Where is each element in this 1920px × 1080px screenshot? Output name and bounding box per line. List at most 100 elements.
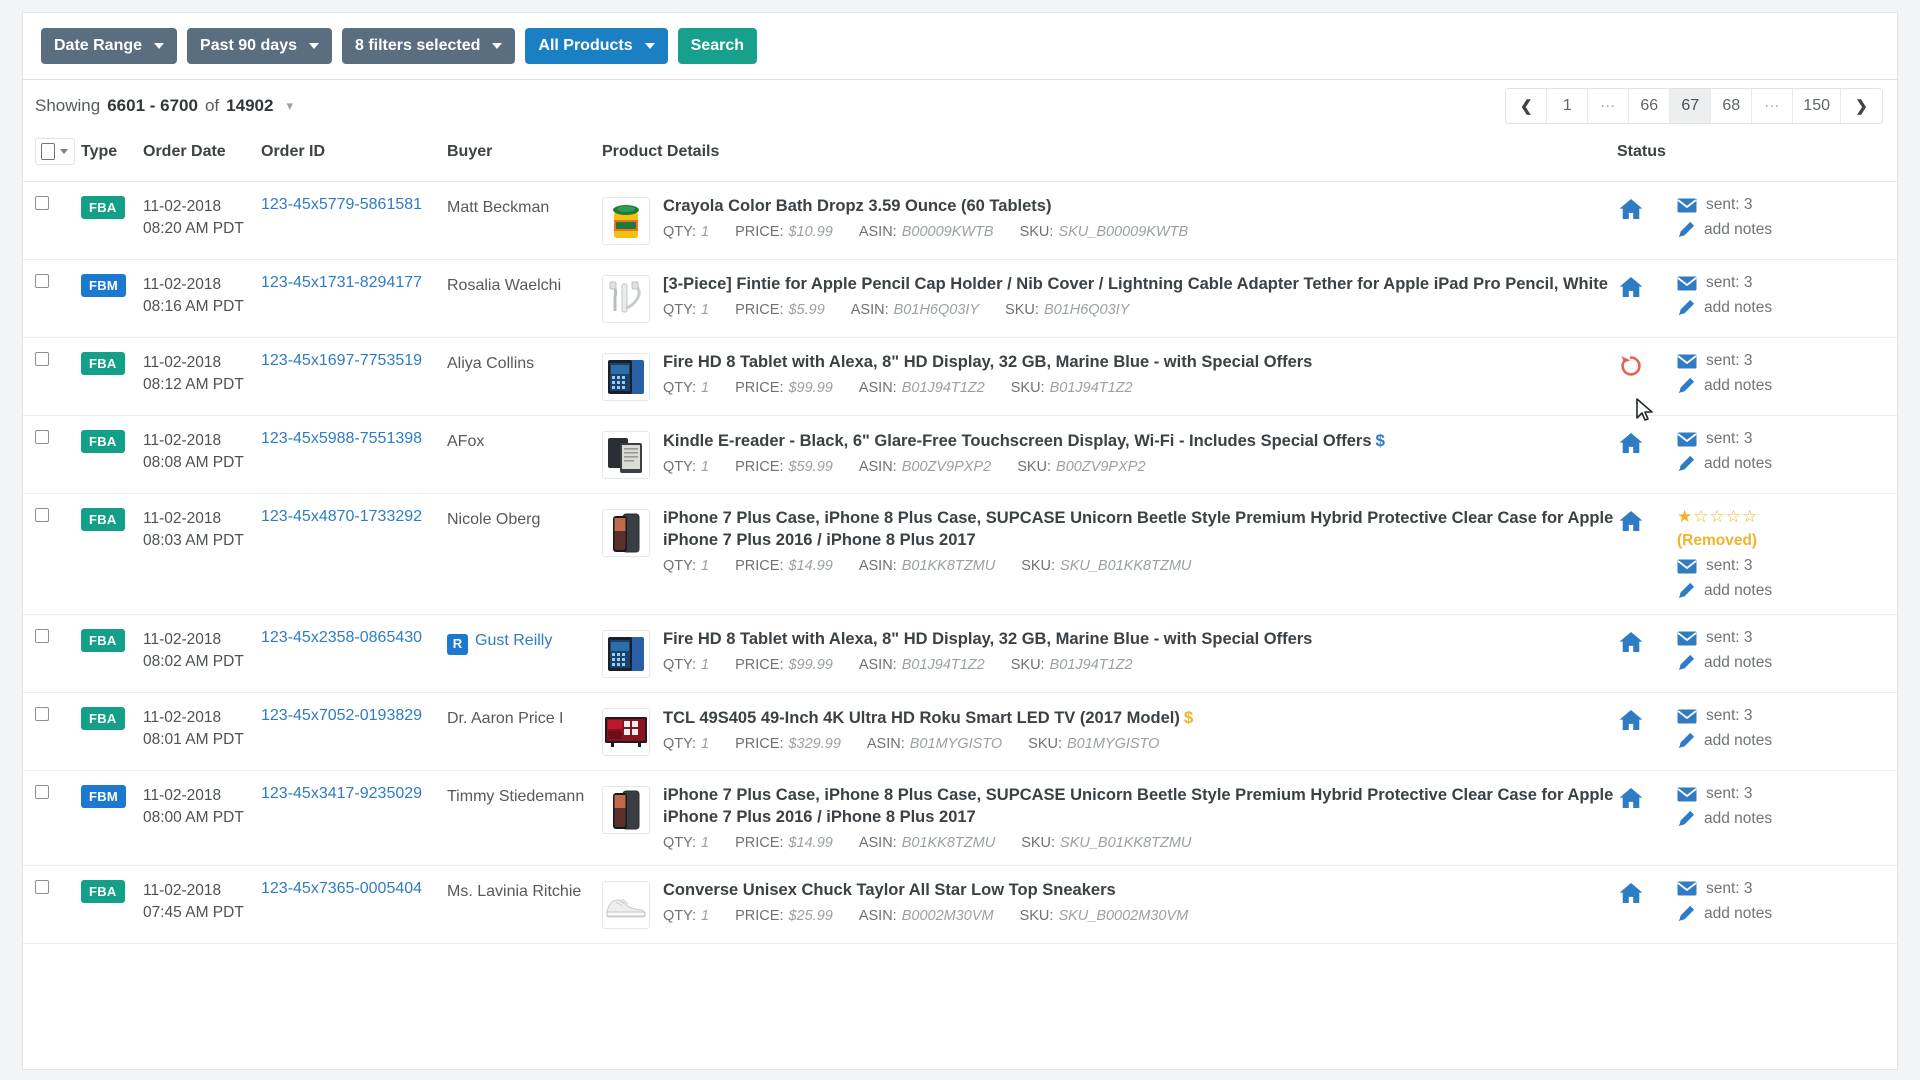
fire-tablet-thumb[interactable] [602, 630, 650, 678]
add-notes[interactable]: add notes [1677, 810, 1772, 828]
filters-selected-button[interactable]: 8 filters selected [341, 28, 516, 64]
order-id-link[interactable]: 123-45x4870-1733292 [261, 508, 422, 525]
messages-sent[interactable]: sent: 3 [1677, 707, 1772, 725]
fire-tablet-thumb[interactable] [602, 353, 650, 401]
order-id-link[interactable]: 123-45x7052-0193829 [261, 707, 422, 724]
pagination-prev[interactable]: ❮ [1506, 89, 1548, 123]
pagination[interactable]: ❮ 1… 66 67 68… 150 ❯ [1505, 88, 1883, 124]
home-icon[interactable] [1619, 196, 1643, 239]
header-type[interactable]: Type [81, 132, 143, 182]
row-checkbox[interactable] [35, 879, 49, 894]
pagination-page-150[interactable]: 150 [1793, 89, 1841, 123]
product-title[interactable]: Crayola Color Bath Dropz 3.59 Ounce (60 … [663, 196, 1617, 218]
pagination-page-68[interactable]: 68 [1711, 89, 1753, 123]
product-title[interactable]: Converse Unisex Chuck Taylor All Star Lo… [663, 880, 1617, 902]
header-order-date[interactable]: Order Date [143, 132, 261, 182]
row-type-cell: FBA [81, 692, 143, 771]
add-notes[interactable]: add notes [1677, 905, 1772, 923]
messages-sent[interactable]: sent: 3 [1677, 430, 1772, 448]
buyer-name[interactable]: R Gust Reilly [447, 629, 602, 655]
row-order-id-cell: 123-45x3417-9235029 [261, 770, 447, 866]
row-checkbox[interactable] [35, 274, 49, 288]
add-notes[interactable]: add notes [1677, 654, 1772, 672]
home-icon[interactable] [1619, 880, 1643, 923]
order-id-link[interactable]: 123-45x7365-0005404 [261, 880, 422, 897]
product-title[interactable]: [3-Piece] Fintie for Apple Pencil Cap Ho… [663, 274, 1617, 296]
row-type-cell: FBA [81, 865, 143, 944]
order-id-link[interactable]: 123-45x5779-5861581 [261, 196, 422, 213]
add-notes[interactable]: add notes [1677, 455, 1772, 473]
review-rating[interactable]: ★☆☆☆☆ [1677, 508, 1772, 525]
order-id-link[interactable]: 123-45x1731-8294177 [261, 274, 422, 291]
pencil-cap-holder-thumb[interactable] [602, 275, 650, 323]
select-all-checkbox-dropdown[interactable] [35, 138, 75, 165]
table-row[interactable]: FBA 11-02-2018 08:02 AM PDT 123-45x2358-086… [23, 614, 1897, 693]
search-button[interactable]: Search [677, 28, 757, 64]
header-order-id[interactable]: Order ID [261, 132, 447, 182]
buyer-repeat-badge[interactable]: R [447, 633, 468, 655]
add-notes[interactable]: add notes [1677, 377, 1772, 395]
showing-summary[interactable]: Showing 6601 - 6700 of 14902 ▾ [35, 96, 293, 116]
messages-sent[interactable]: sent: 3 [1677, 274, 1772, 292]
period-button[interactable]: Past 90 days [187, 28, 332, 64]
table-row[interactable]: FBA 11-02-2018 08:20 AM PDT 123-45x5779-586… [23, 181, 1897, 260]
row-checkbox[interactable] [35, 196, 49, 210]
row-checkbox[interactable] [35, 629, 49, 643]
tcl-tv-thumb[interactable] [602, 708, 650, 756]
kindle-ereader-thumb[interactable] [602, 431, 650, 479]
table-row[interactable]: FBA 11-02-2018 07:45 AM PDT 123-45x7365-000… [23, 865, 1897, 944]
table-row[interactable]: FBA 11-02-2018 08:08 AM PDT 123-45x5988-755… [23, 415, 1897, 494]
header-status[interactable]: Status [1617, 132, 1897, 182]
messages-sent[interactable]: sent: 3 [1677, 785, 1772, 803]
product-title[interactable]: iPhone 7 Plus Case, iPhone 8 Plus Case, … [663, 508, 1617, 552]
add-notes[interactable]: add notes [1677, 732, 1772, 750]
home-icon[interactable] [1619, 707, 1643, 750]
header-buyer[interactable]: Buyer [447, 132, 602, 182]
row-checkbox[interactable] [35, 352, 49, 366]
table-row[interactable]: FBA 11-02-2018 08:03 AM PDT 123-45x4870-173… [23, 493, 1897, 615]
table-row[interactable]: FBA 11-02-2018 08:12 AM PDT 123-45x1697-775… [23, 337, 1897, 416]
row-checkbox[interactable] [35, 508, 49, 522]
table-row[interactable]: FBA 11-02-2018 08:01 AM PDT 123-45x7052-019… [23, 692, 1897, 771]
pagination-page-1[interactable]: 1 [1547, 89, 1589, 123]
crayola-bath-dropz-thumb[interactable] [602, 197, 650, 245]
home-icon[interactable] [1619, 274, 1643, 317]
iphone-case-thumb[interactable] [602, 509, 650, 557]
product-title[interactable]: Kindle E-reader - Black, 6" Glare-Free T… [663, 430, 1617, 453]
add-notes[interactable]: add notes [1677, 221, 1772, 239]
product-title[interactable]: Fire HD 8 Tablet with Alexa, 8" HD Displ… [663, 352, 1617, 374]
product-title[interactable]: Fire HD 8 Tablet with Alexa, 8" HD Displ… [663, 629, 1617, 651]
row-checkbox[interactable] [35, 707, 49, 721]
chevron-down-icon[interactable]: ▾ [286, 98, 293, 114]
order-id-link[interactable]: 123-45x3417-9235029 [261, 785, 422, 802]
order-id-link[interactable]: 123-45x5988-7551398 [261, 430, 422, 447]
iphone-case-thumb[interactable] [602, 786, 650, 834]
home-icon[interactable] [1619, 629, 1643, 672]
row-checkbox[interactable] [35, 430, 49, 444]
all-products-button[interactable]: All Products [525, 28, 668, 64]
date-range-button[interactable]: Date Range [41, 28, 178, 64]
order-id-link[interactable]: 123-45x1697-7753519 [261, 352, 422, 369]
messages-sent[interactable]: sent: 3 [1677, 196, 1772, 214]
pagination-page-66[interactable]: 66 [1629, 89, 1671, 123]
converse-sneaker-thumb[interactable] [602, 880, 650, 929]
messages-sent[interactable]: sent: 3 [1677, 557, 1772, 575]
row-checkbox[interactable] [35, 785, 49, 799]
home-icon[interactable] [1619, 508, 1643, 600]
messages-sent[interactable]: sent: 3 [1677, 352, 1772, 370]
add-notes[interactable]: add notes [1677, 299, 1772, 317]
table-row[interactable]: FBM 11-02-2018 08:16 AM PDT 123-45x1731-829… [23, 259, 1897, 338]
header-product-details[interactable]: Product Details [602, 132, 1617, 182]
home-icon[interactable] [1619, 785, 1643, 828]
product-title[interactable]: iPhone 7 Plus Case, iPhone 8 Plus Case, … [663, 785, 1617, 829]
messages-sent[interactable]: sent: 3 [1677, 880, 1772, 898]
add-notes[interactable]: add notes [1677, 582, 1772, 600]
messages-sent[interactable]: sent: 3 [1677, 629, 1772, 647]
order-id-link[interactable]: 123-45x2358-0865430 [261, 629, 422, 646]
pagination-page-67[interactable]: 67 [1670, 89, 1712, 123]
table-row[interactable]: FBM 11-02-2018 08:00 AM PDT 123-45x3417-923… [23, 770, 1897, 866]
refund-icon[interactable] [1619, 352, 1643, 395]
pagination-next[interactable]: ❯ [1841, 89, 1882, 123]
home-icon[interactable] [1619, 430, 1643, 473]
product-title[interactable]: TCL 49S405 49-Inch 4K Ultra HD Roku Smar… [663, 707, 1617, 730]
